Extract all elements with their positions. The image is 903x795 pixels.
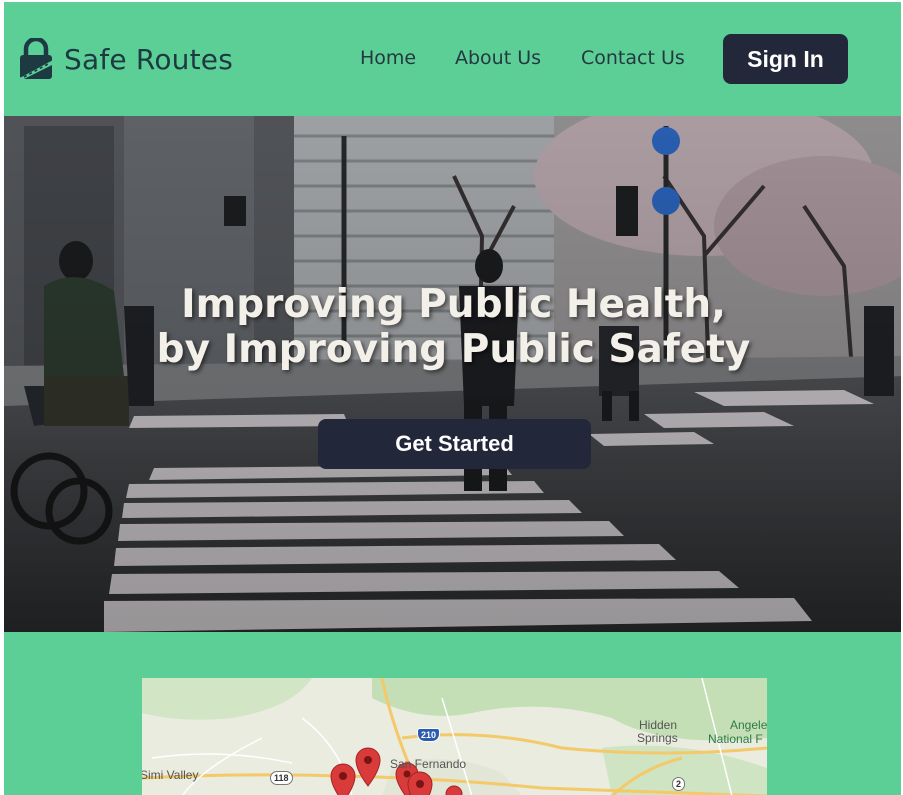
- map-shield-2: 2: [672, 777, 686, 791]
- map-label-angeles-1: Angele: [730, 718, 767, 732]
- map-label-simi-valley: Simi Valley: [142, 768, 199, 782]
- sign-in-button[interactable]: Sign In: [723, 34, 848, 84]
- map-label-san-fernando: San Fernando: [390, 757, 467, 771]
- map-label-hidden-springs-2: Springs: [637, 731, 678, 745]
- map-shield-118: 118: [270, 771, 293, 785]
- hero-section: Improving Public Health, by Improving Pu…: [4, 116, 901, 632]
- map-label-angeles-2: National F: [708, 732, 763, 746]
- hero-title-line-1: Improving Public Health,: [181, 282, 726, 327]
- page: Safe Routes Home About Us Contact Us Sig…: [0, 0, 903, 795]
- lock-road-icon: [18, 38, 54, 80]
- brand-logo[interactable]: Safe Routes: [17, 38, 233, 80]
- map-shield-i210: 210: [417, 728, 441, 742]
- nav-about-link[interactable]: About Us: [455, 47, 541, 69]
- routes-map[interactable]: Simi Valley San Fernando Hidden Springs …: [142, 678, 767, 795]
- nav-home-link[interactable]: Home: [360, 47, 416, 69]
- site-header: Safe Routes Home About Us Contact Us Sig…: [4, 2, 901, 116]
- brand-name: Safe Routes: [64, 42, 233, 76]
- nav-contact-link[interactable]: Contact Us: [581, 47, 685, 69]
- hero-title: Improving Public Health, by Improving Pu…: [4, 282, 901, 372]
- hero-background-image: [4, 116, 901, 632]
- hero-title-line-2: by Improving Public Safety: [156, 327, 751, 372]
- map-section: Simi Valley San Fernando Hidden Springs …: [4, 632, 901, 795]
- get-started-button[interactable]: Get Started: [318, 419, 591, 469]
